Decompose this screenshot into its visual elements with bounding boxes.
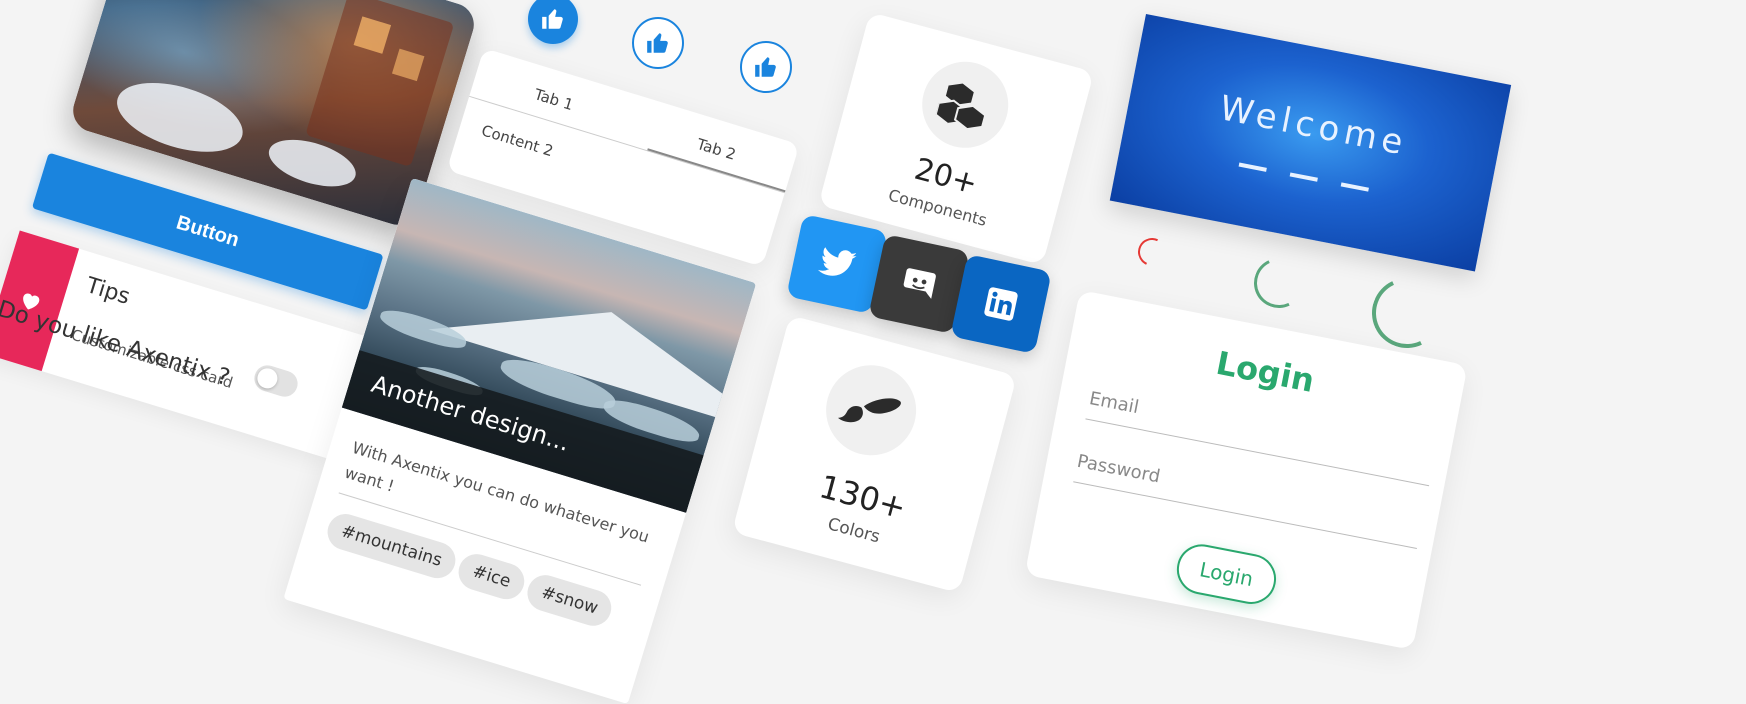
toggle-knob: [254, 365, 280, 391]
stat-card-colors: 130+ Colors: [731, 315, 1017, 594]
welcome-dot: [1340, 182, 1369, 192]
like-button-outline-2[interactable]: [740, 41, 792, 93]
tab-1[interactable]: Tab 1: [532, 85, 575, 114]
twitter-icon: [817, 247, 857, 276]
paintbrush-icon: [837, 398, 901, 423]
spinner-large: [1362, 268, 1452, 358]
stat-icon-circle: [816, 355, 927, 466]
tag-snow[interactable]: #snow: [523, 570, 617, 631]
spinner-small: [1134, 234, 1170, 270]
discord-icon: [903, 268, 936, 299]
linkedin-button[interactable]: [950, 253, 1052, 355]
like-button-outline[interactable]: [632, 17, 684, 69]
tag-ice[interactable]: #ice: [454, 549, 529, 604]
stat-card-colors-wrap: 130+ Colors: [731, 315, 1017, 594]
spinner-medium: [1246, 250, 1312, 316]
thumbs-up-icon: [542, 9, 563, 29]
welcome-banner: Welcome: [1109, 14, 1512, 272]
stat-icon-circle: [912, 52, 1018, 158]
tab-content: Content 2: [479, 121, 556, 161]
tab-2[interactable]: Tab 2: [695, 135, 738, 164]
primary-button-label: Button: [173, 211, 242, 251]
welcome-dot: [1238, 162, 1267, 172]
tag-mountains[interactable]: #mountains: [323, 509, 461, 583]
like-button-filled[interactable]: [528, 0, 578, 44]
cubes-icon: [934, 81, 987, 131]
login-submit-button[interactable]: Login: [1172, 540, 1281, 609]
welcome-dot: [1289, 172, 1318, 182]
linkedin-icon: [984, 287, 1018, 321]
welcome-banner-wrap: Welcome: [1109, 14, 1512, 272]
welcome-title: Welcome: [1216, 88, 1412, 164]
welcome-dots: [1238, 162, 1369, 192]
thumbs-up-icon: [647, 33, 668, 53]
showcase-stage: Button Tips Customizable css card Do you…: [0, 0, 1746, 704]
thumbs-up-icon: [755, 57, 776, 77]
